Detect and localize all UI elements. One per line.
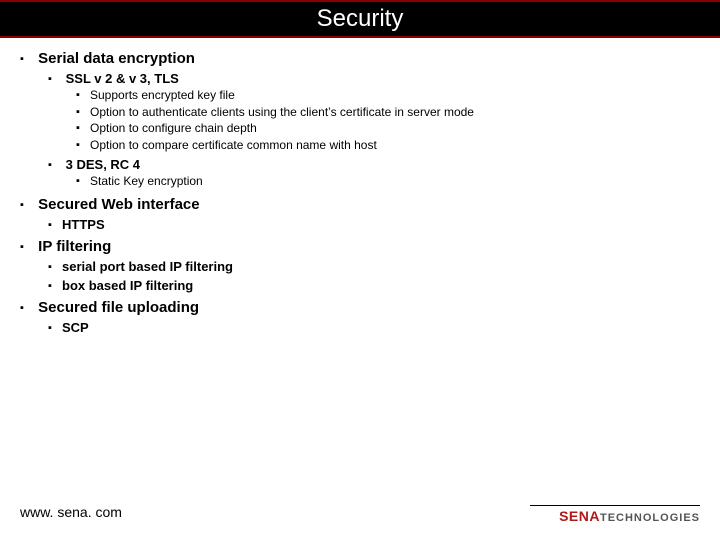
bullet-text: Option to configure chain depth bbox=[90, 121, 257, 135]
slide: Security Serial data encryption SSL v 2 … bbox=[0, 0, 720, 540]
logo-rule bbox=[530, 505, 700, 506]
bullet-auth-clients: Option to authenticate clients using the… bbox=[90, 105, 700, 121]
logo-suffix: TECHNOLOGIES bbox=[600, 512, 700, 524]
bullet-secured-web: Secured Web interface HTTPS bbox=[34, 196, 700, 232]
bullet-common-name: Option to compare certificate common nam… bbox=[90, 138, 700, 154]
logo-brand: SENA bbox=[559, 508, 600, 524]
logo: SENATECHNOLOGIES bbox=[530, 505, 700, 526]
bullet-text: Supports encrypted key file bbox=[90, 88, 235, 102]
bullet-serial-port-ip: serial port based IP filtering bbox=[62, 259, 700, 274]
bullet-text: Serial data encryption bbox=[38, 50, 195, 67]
bullet-https: HTTPS bbox=[62, 217, 700, 232]
bullet-text: box based IP filtering bbox=[62, 278, 193, 293]
bullet-static-key: Static Key encryption bbox=[90, 174, 700, 190]
bullet-text: SSL v 2 & v 3, TLS bbox=[66, 71, 179, 86]
bullet-text: 3 DES, RC 4 bbox=[66, 157, 140, 172]
bullet-chain-depth: Option to configure chain depth bbox=[90, 121, 700, 137]
bullet-key-file: Supports encrypted key file bbox=[90, 88, 700, 104]
bullet-ip-filtering: IP filtering serial port based IP filter… bbox=[34, 238, 700, 293]
bullet-scp: SCP bbox=[62, 320, 700, 335]
title-bar: Security bbox=[0, 0, 720, 38]
bullet-text: SCP bbox=[62, 320, 89, 335]
bullet-3des-rc4: 3 DES, RC 4 Static Key encryption bbox=[62, 157, 700, 190]
bullet-text: Option to authenticate clients using the… bbox=[90, 105, 474, 119]
bullet-secured-file-upload: Secured file uploading SCP bbox=[34, 299, 700, 335]
content-area: Serial data encryption SSL v 2 & v 3, TL… bbox=[0, 38, 720, 335]
bullet-text: Secured Web interface bbox=[38, 196, 199, 213]
bullet-text: Option to compare certificate common nam… bbox=[90, 138, 377, 152]
bullet-text: IP filtering bbox=[38, 238, 111, 255]
bullet-box-ip: box based IP filtering bbox=[62, 278, 700, 293]
slide-title: Security bbox=[317, 5, 404, 33]
bullet-text: Secured file uploading bbox=[38, 299, 199, 316]
bullet-text: Static Key encryption bbox=[90, 174, 203, 188]
bullet-ssl-tls: SSL v 2 & v 3, TLS Supports encrypted ke… bbox=[62, 71, 700, 153]
footer-url: www. sena. com bbox=[20, 504, 122, 520]
bullet-text: serial port based IP filtering bbox=[62, 259, 233, 274]
bullet-text: HTTPS bbox=[62, 217, 105, 232]
bullet-serial-data-encryption: Serial data encryption SSL v 2 & v 3, TL… bbox=[34, 50, 700, 190]
